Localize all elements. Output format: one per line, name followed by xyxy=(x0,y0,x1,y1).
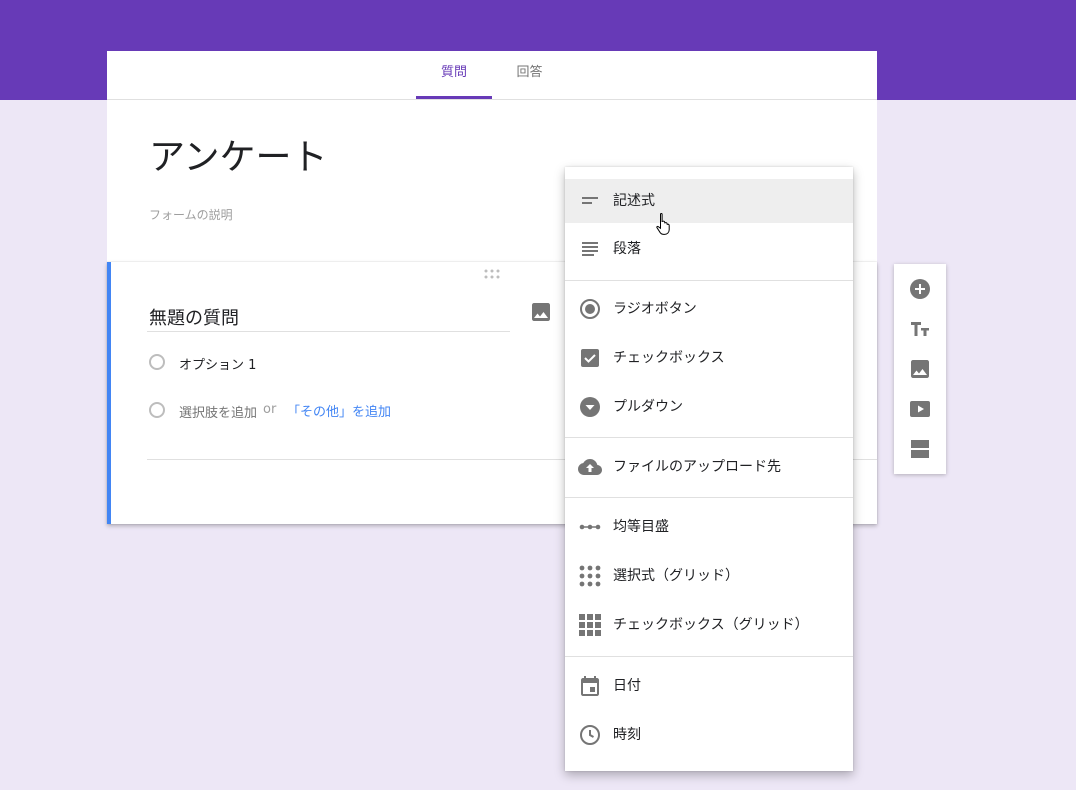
add-option-link[interactable]: 選択肢を追加 xyxy=(179,402,257,421)
option-radio-icon xyxy=(149,354,165,370)
calendar-icon xyxy=(581,676,599,696)
title-text-icon[interactable] xyxy=(908,317,932,341)
menu-divider xyxy=(565,437,853,438)
clock-icon xyxy=(580,725,600,745)
menu-item-linear-scale[interactable]: 均等目盛 xyxy=(565,505,853,549)
grid-dots-icon xyxy=(579,565,601,587)
menu-item-checkbox-grid[interactable]: チェックボックス（グリッド） xyxy=(565,603,853,647)
menu-divider xyxy=(565,656,853,657)
menu-item-file-upload[interactable]: ファイルのアップロード先 xyxy=(565,445,853,489)
menu-item-label: ファイルのアップロード先 xyxy=(613,459,781,475)
form-description-field[interactable]: フォームの説明 xyxy=(149,206,233,223)
menu-item-label: プルダウン xyxy=(613,399,683,415)
tab-responses[interactable]: 回答 xyxy=(507,51,552,99)
menu-item-paragraph[interactable]: 段落 xyxy=(565,227,853,271)
menu-item-label: ラジオボタン xyxy=(613,301,697,317)
menu-item-label: 日付 xyxy=(613,678,641,694)
menu-item-label: 段落 xyxy=(613,241,641,257)
linear-scale-icon xyxy=(579,524,601,530)
add-other-link[interactable]: 「その他」を追加 xyxy=(287,401,391,420)
short-text-icon xyxy=(582,197,598,204)
active-card-indicator xyxy=(107,262,111,524)
question-type-menu: 記述式 段落 ラジオボタン チェックボックス プルダウン ファイルのアップロード… xyxy=(565,167,853,771)
menu-divider xyxy=(565,280,853,281)
tabs-bar: 質問 回答 xyxy=(107,51,877,100)
add-image-icon[interactable] xyxy=(529,300,553,324)
image-icon[interactable] xyxy=(908,357,932,381)
menu-item-time[interactable]: 時刻 xyxy=(565,713,853,757)
form-title[interactable]: アンケート xyxy=(149,128,328,180)
dropdown-icon xyxy=(580,397,600,417)
menu-item-label: 選択式（グリッド） xyxy=(613,568,739,584)
paragraph-icon xyxy=(582,242,598,256)
grid-squares-icon xyxy=(579,614,601,636)
option-1-label[interactable]: オプション 1 xyxy=(179,354,256,373)
menu-item-date[interactable]: 日付 xyxy=(565,664,853,708)
hand-pointer-icon xyxy=(656,212,670,235)
menu-item-label: 均等目盛 xyxy=(613,519,669,535)
side-toolbar xyxy=(894,264,946,474)
menu-item-label: チェックボックス xyxy=(613,350,725,366)
drag-handle-icon[interactable] xyxy=(483,268,501,280)
question-title-input[interactable]: 無題の質問 xyxy=(149,304,239,330)
menu-item-label: 記述式 xyxy=(613,193,655,209)
add-question-icon[interactable] xyxy=(908,277,932,301)
menu-divider xyxy=(565,497,853,498)
video-icon[interactable] xyxy=(908,397,932,421)
or-text: or xyxy=(263,402,277,417)
menu-item-multiple-choice-grid[interactable]: 選択式（グリッド） xyxy=(565,554,853,598)
question-title-underline xyxy=(147,331,510,332)
menu-item-checkbox[interactable]: チェックボックス xyxy=(565,336,853,380)
checkbox-icon xyxy=(581,349,599,367)
menu-item-label: 時刻 xyxy=(613,727,641,743)
tab-questions[interactable]: 質問 xyxy=(416,51,492,99)
menu-item-radio[interactable]: ラジオボタン xyxy=(565,287,853,331)
cloud-upload-icon xyxy=(578,459,602,475)
add-option-radio-icon xyxy=(149,402,165,418)
section-icon[interactable] xyxy=(908,437,932,461)
menu-item-short-answer[interactable]: 記述式 xyxy=(565,179,853,223)
menu-item-dropdown[interactable]: プルダウン xyxy=(565,385,853,429)
radio-button-icon xyxy=(580,299,600,319)
menu-item-label: チェックボックス（グリッド） xyxy=(613,617,809,633)
